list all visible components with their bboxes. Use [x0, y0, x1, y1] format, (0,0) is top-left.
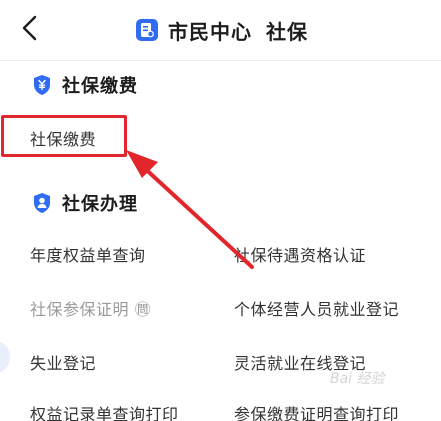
- chevron-left-icon: [22, 15, 37, 41]
- item-rights-record-print[interactable]: 权益记录单查询打印: [30, 401, 179, 421]
- highlight-box: [1, 115, 127, 157]
- item-self-employed-registration[interactable]: 个体经营人员就业登记: [234, 296, 399, 320]
- header-title-group: 市民中心 社保: [136, 16, 308, 44]
- section-title-services: 社保办理: [62, 194, 138, 215]
- item-payment-proof-print[interactable]: 参保缴费证明查询打印: [234, 401, 399, 421]
- shield-person-icon: [34, 193, 50, 213]
- item-insurance-certificate[interactable]: 社保参保证明 ㉄: [30, 296, 151, 320]
- section-header-services: 社保办理: [32, 190, 138, 216]
- item-benefit-qualification-cert[interactable]: 社保待遇资格认证: [234, 242, 366, 266]
- page-title: 市民中心: [168, 19, 252, 44]
- page: 市民中心 社保 社保缴费 社保缴费 社保办理 年度权益单查询 社保待遇资格认证 …: [0, 0, 441, 421]
- section-header-payment: 社保缴费: [32, 72, 138, 98]
- page-subtitle: 社保: [266, 19, 308, 44]
- item-unemployment-registration[interactable]: 失业登记: [30, 350, 96, 374]
- shield-yen-icon: [34, 75, 50, 95]
- watermark: Bai 经验: [330, 371, 385, 387]
- side-float-tab[interactable]: [0, 340, 10, 374]
- section-title-payment: 社保缴费: [62, 76, 138, 97]
- item-annual-rights-query[interactable]: 年度权益单查询: [30, 242, 146, 266]
- app-header: 市民中心 社保: [0, 0, 441, 61]
- document-logo-icon: [136, 19, 158, 41]
- back-button[interactable]: [12, 10, 48, 46]
